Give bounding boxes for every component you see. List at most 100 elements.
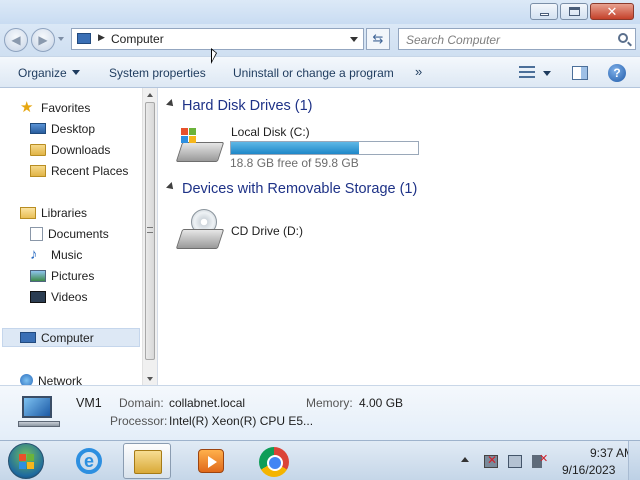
documents-icon xyxy=(30,226,43,241)
start-button[interactable] xyxy=(8,443,44,479)
back-button[interactable]: ◀ xyxy=(4,28,28,52)
network-status-icon[interactable] xyxy=(508,455,522,468)
domain-value: collabnet.local xyxy=(169,396,246,410)
domain-label: Domain: xyxy=(119,396,164,410)
taskbar-internet-explorer[interactable]: e xyxy=(66,443,114,479)
nav-pictures-label: Pictures xyxy=(51,268,95,283)
nav-documents[interactable]: Documents xyxy=(30,224,109,243)
computer-icon xyxy=(77,33,91,44)
nav-network[interactable]: Network xyxy=(20,371,82,385)
disk-usage-fill xyxy=(231,142,360,154)
computer-icon xyxy=(20,332,36,343)
nav-favorites[interactable]: ★ Favorites xyxy=(20,98,90,117)
taskbar-media-player[interactable] xyxy=(186,443,234,479)
nav-recent-places-label: Recent Places xyxy=(51,163,129,178)
nav-computer-label: Computer xyxy=(41,330,94,345)
show-desktop-button[interactable] xyxy=(628,441,640,480)
more-commands-button[interactable]: » xyxy=(415,64,422,79)
drive-free-space: 18.8 GB free of 59.8 GB xyxy=(230,156,359,170)
chrome-icon xyxy=(259,447,289,477)
nav-recent-places[interactable]: Recent Places xyxy=(30,161,128,180)
uninstall-program-button[interactable]: Uninstall or change a program xyxy=(233,66,394,80)
group-hard-disk-drives[interactable]: Hard Disk Drives (1) xyxy=(166,98,313,114)
details-pane: VM1 Domain: collabnet.local Memory: 4.00… xyxy=(0,385,640,440)
forward-arrow-icon: ▶ xyxy=(38,33,48,47)
view-options-dropdown[interactable] xyxy=(543,71,551,76)
nav-videos-label: Videos xyxy=(51,289,88,304)
nav-pictures[interactable]: Pictures xyxy=(30,266,94,285)
taskbar-chrome[interactable] xyxy=(250,443,298,479)
organize-label: Organize xyxy=(18,66,67,80)
scrollbar-grip-icon xyxy=(147,227,153,233)
back-arrow-icon: ◀ xyxy=(11,33,21,47)
navigation-scrollbar[interactable] xyxy=(142,88,157,385)
scroll-up-icon[interactable] xyxy=(147,93,153,97)
address-dropdown-icon[interactable] xyxy=(350,37,358,42)
refresh-button[interactable]: ⇆ xyxy=(366,28,390,50)
collapse-triangle-icon[interactable] xyxy=(166,99,176,109)
taskbar-windows-explorer[interactable] xyxy=(123,443,171,479)
search-placeholder: Search Computer xyxy=(406,33,501,47)
help-icon[interactable]: ? xyxy=(608,64,626,82)
downloads-folder-icon xyxy=(30,143,46,156)
show-hidden-icons-icon[interactable] xyxy=(461,457,469,462)
minimize-button[interactable] xyxy=(530,3,558,20)
group-removable-label: Devices with Removable Storage (1) xyxy=(182,181,418,197)
group-removable-storage[interactable]: Devices with Removable Storage (1) xyxy=(166,181,418,197)
memory-value: 4.00 GB xyxy=(359,396,404,410)
nav-network-label: Network xyxy=(38,373,83,386)
window-controls: ✕ xyxy=(528,3,634,20)
nav-desktop-label: Desktop xyxy=(51,121,96,136)
organize-button[interactable]: Organize xyxy=(18,66,80,80)
maximize-button[interactable] xyxy=(560,3,588,20)
taskbar: e ✕ ✕ 9:37 AM 9/16/2023 xyxy=(0,440,640,480)
minimize-icon xyxy=(540,13,549,16)
nav-libraries-label: Libraries xyxy=(41,205,88,220)
pictures-icon xyxy=(30,269,46,282)
nav-libraries[interactable]: Libraries xyxy=(20,203,87,222)
breadcrumb-arrow-icon[interactable]: ▶ xyxy=(98,32,105,43)
drive-name: CD Drive (D:) xyxy=(231,224,303,238)
nav-videos[interactable]: Videos xyxy=(30,287,87,306)
system-properties-button[interactable]: System properties xyxy=(109,66,206,80)
nav-favorites-label: Favorites xyxy=(41,100,91,115)
media-player-icon xyxy=(198,449,224,473)
processor-label: Processor: xyxy=(110,414,168,428)
drive-cd-d[interactable]: CD Drive (D:) xyxy=(159,206,429,258)
action-center-flag-icon[interactable]: ✕ xyxy=(484,453,498,468)
drive-name: Local Disk (C:) xyxy=(231,125,310,139)
nav-downloads[interactable]: Downloads xyxy=(30,140,110,159)
star-icon: ★ xyxy=(20,98,34,116)
nav-desktop[interactable]: Desktop xyxy=(30,119,95,138)
processor-value: Intel(R) Xeon(R) CPU E5... xyxy=(169,414,314,428)
command-bar: Organize System properties Uninstall or … xyxy=(0,56,640,88)
clock-date[interactable]: 9/16/2023 xyxy=(562,463,615,477)
computer-name: VM1 xyxy=(76,396,102,410)
preview-pane-icon[interactable] xyxy=(572,66,588,80)
videos-icon xyxy=(30,290,46,303)
nav-computer[interactable]: Computer xyxy=(2,328,140,347)
recent-pages-dropdown[interactable] xyxy=(58,37,64,41)
breadcrumb-computer[interactable]: Computer xyxy=(111,32,164,46)
cd-drive-icon xyxy=(175,209,225,249)
nav-music[interactable]: ♪ Music xyxy=(30,245,82,264)
collapse-triangle-icon[interactable] xyxy=(166,182,176,192)
search-input[interactable]: Search Computer xyxy=(398,28,636,50)
internet-explorer-icon: e xyxy=(76,448,102,474)
network-icon xyxy=(20,374,33,385)
recent-places-icon xyxy=(30,164,46,177)
nav-music-label: Music xyxy=(51,247,83,262)
search-icon[interactable] xyxy=(618,33,628,43)
address-row: ◀ ▶ ▶ Computer ⇆ Search Computer xyxy=(0,24,640,56)
change-view-icon[interactable] xyxy=(519,66,535,78)
volume-icon[interactable]: ✕ xyxy=(532,453,548,468)
hard-drive-icon xyxy=(175,128,225,168)
address-bar[interactable]: ▶ Computer xyxy=(71,28,364,50)
close-button[interactable]: ✕ xyxy=(590,3,634,20)
disk-usage-bar xyxy=(230,141,419,155)
scroll-down-icon[interactable] xyxy=(147,377,153,381)
forward-button[interactable]: ▶ xyxy=(31,28,55,52)
window-titlebar: ✕ xyxy=(0,0,640,24)
libraries-icon xyxy=(20,206,36,219)
desktop-icon xyxy=(30,123,46,134)
